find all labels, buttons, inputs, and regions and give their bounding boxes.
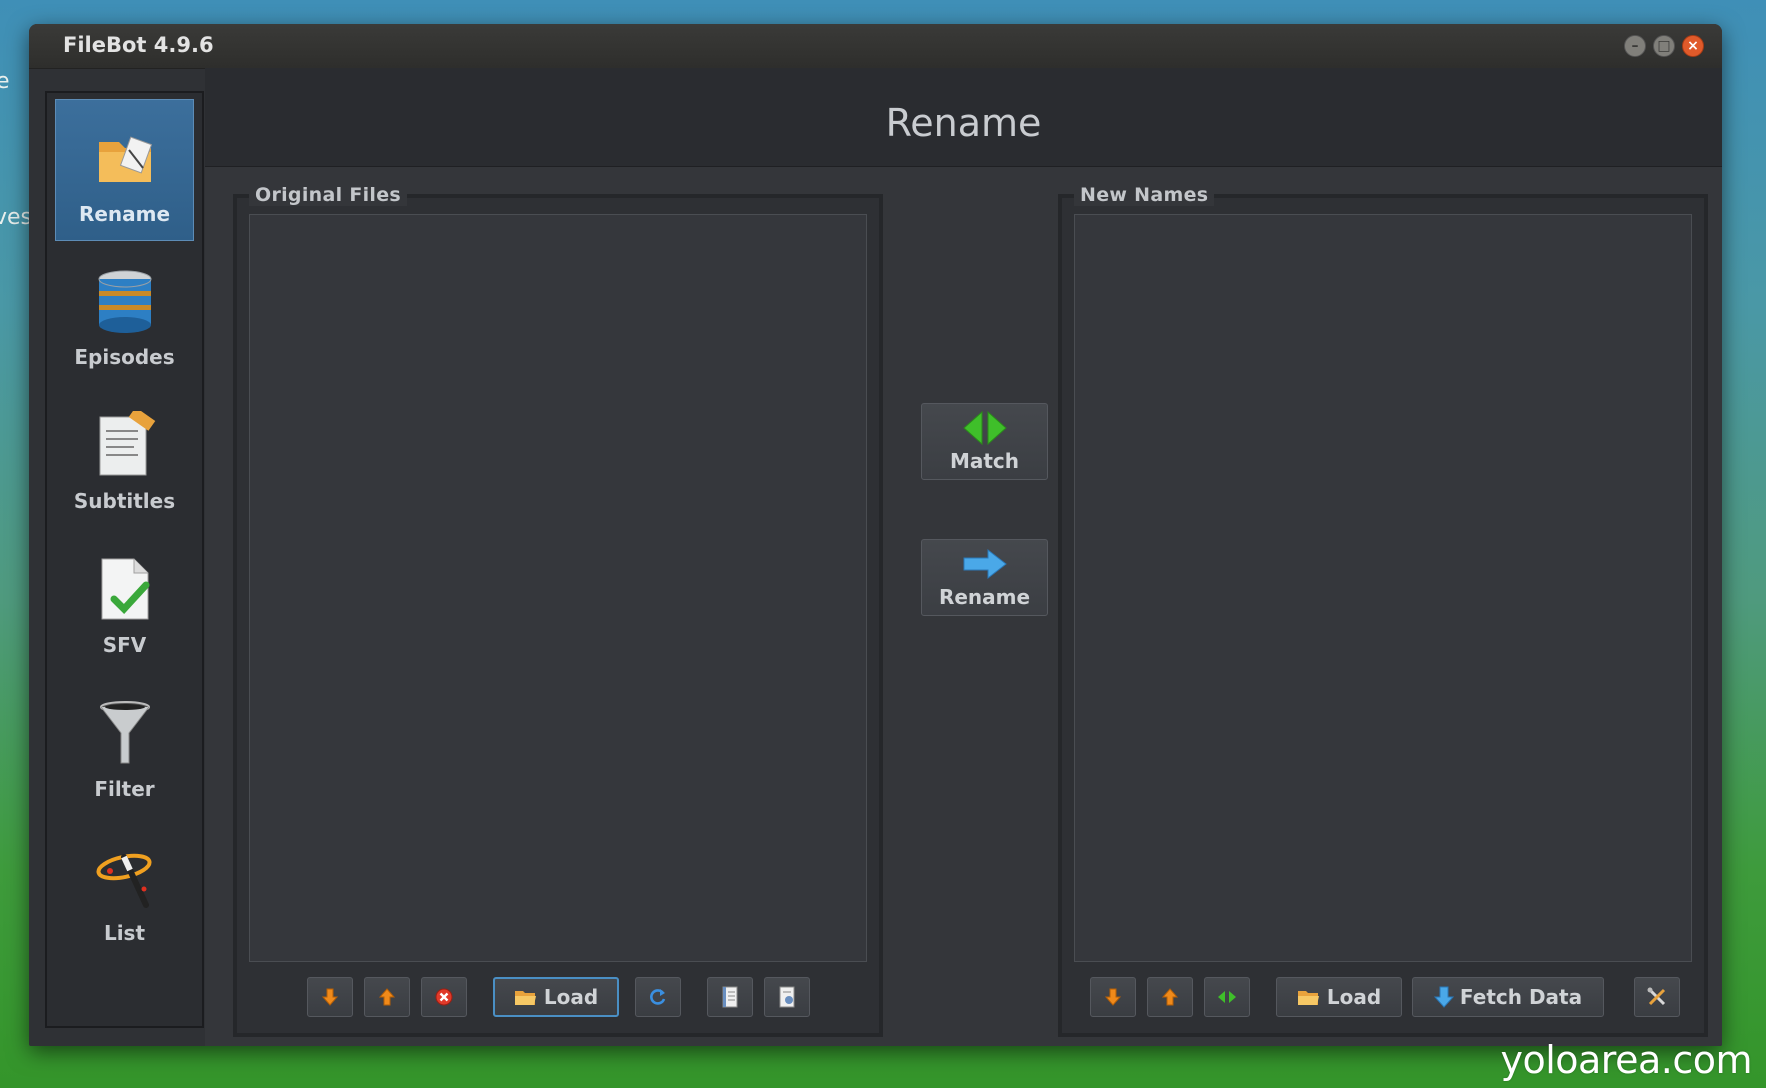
refresh-button[interactable] bbox=[635, 977, 681, 1017]
sidebar: Rename Episodes Subtitles SFV Filter Lis… bbox=[45, 91, 204, 1028]
fetch-data-button[interactable]: Fetch Data bbox=[1412, 977, 1604, 1017]
new-names-panel: New Names Load Fetch Data bbox=[1058, 184, 1708, 1037]
fetch-arrow-icon bbox=[1433, 986, 1454, 1008]
move-down-button[interactable] bbox=[1090, 977, 1136, 1017]
list-view-button[interactable] bbox=[707, 977, 753, 1017]
move-up-button[interactable] bbox=[364, 977, 410, 1017]
new-names-list[interactable] bbox=[1074, 214, 1692, 962]
match-mode-button[interactable] bbox=[1204, 977, 1250, 1017]
sidebar-item-rename[interactable]: Rename bbox=[55, 99, 194, 241]
match-button[interactable]: Match bbox=[921, 403, 1048, 480]
document-settings-icon bbox=[779, 986, 795, 1008]
minimize-button[interactable]: – bbox=[1624, 35, 1646, 57]
rename-label: Rename bbox=[938, 585, 1031, 609]
original-files-list[interactable] bbox=[249, 214, 867, 962]
list-document-icon bbox=[722, 986, 738, 1008]
sidebar-item-label: Filter bbox=[94, 777, 155, 801]
filebot-window: FileBot 4.9.6 – □ × Rename Episodes Subt… bbox=[29, 24, 1722, 1046]
main-content: Original Files Load Match Rename New Nam… bbox=[205, 167, 1722, 1046]
magic-wand-icon bbox=[96, 853, 152, 908]
window-title: FileBot 4.9.6 bbox=[63, 33, 214, 57]
new-names-legend: New Names bbox=[1074, 184, 1215, 206]
arrow-down-icon bbox=[321, 988, 339, 1006]
sidebar-item-episodes[interactable]: Episodes bbox=[55, 243, 194, 385]
sidebar-item-label: List bbox=[103, 921, 146, 945]
original-files-legend: Original Files bbox=[249, 184, 408, 206]
close-icon: × bbox=[1687, 38, 1699, 54]
load-label: Load bbox=[1326, 985, 1382, 1009]
page-title: Rename bbox=[885, 101, 1042, 145]
sidebar-item-label: Subtitles bbox=[73, 489, 176, 513]
sidebar-item-subtitles[interactable]: Subtitles bbox=[55, 387, 194, 529]
title-bar: FileBot 4.9.6 – □ × bbox=[29, 24, 1722, 69]
desktop-label-fragment: ves bbox=[0, 205, 33, 230]
folder-open-icon bbox=[1297, 991, 1319, 1005]
sidebar-item-list[interactable]: List bbox=[55, 819, 194, 961]
tools-icon bbox=[1647, 987, 1666, 1006]
folder-open-icon bbox=[514, 991, 536, 1005]
clear-icon bbox=[435, 988, 453, 1006]
database-icon bbox=[98, 270, 152, 333]
watermark: yoloarea.com bbox=[1500, 1038, 1752, 1082]
maximize-icon: □ bbox=[1657, 38, 1671, 54]
sidebar-item-label: Rename bbox=[78, 202, 171, 226]
original-load-button[interactable]: Load bbox=[493, 977, 619, 1017]
new-names-load-button[interactable]: Load bbox=[1276, 977, 1402, 1017]
preferences-button[interactable] bbox=[1634, 977, 1680, 1017]
match-arrows-icon bbox=[1218, 991, 1236, 1003]
refresh-icon bbox=[650, 989, 666, 1005]
load-label: Load bbox=[543, 985, 599, 1009]
arrow-right-icon bbox=[963, 548, 1007, 580]
subtitle-document-icon bbox=[99, 411, 156, 476]
match-label: Match bbox=[949, 449, 1020, 473]
move-down-button[interactable] bbox=[307, 977, 353, 1017]
funnel-icon bbox=[100, 701, 150, 764]
close-button[interactable]: × bbox=[1682, 35, 1704, 57]
checked-document-icon bbox=[101, 558, 150, 620]
arrow-up-icon bbox=[1161, 988, 1179, 1006]
minimize-icon: – bbox=[1631, 38, 1639, 54]
rename-button[interactable]: Rename bbox=[921, 539, 1048, 616]
match-arrows-icon bbox=[963, 410, 1007, 446]
export-list-button[interactable] bbox=[764, 977, 810, 1017]
sidebar-item-sfv[interactable]: SFV bbox=[55, 531, 194, 673]
fetch-data-label: Fetch Data bbox=[1459, 985, 1583, 1009]
arrow-up-icon bbox=[378, 988, 396, 1006]
page-header: Rename bbox=[205, 68, 1722, 167]
desktop-label-fragment: e bbox=[0, 69, 10, 94]
sidebar-item-filter[interactable]: Filter bbox=[55, 675, 194, 817]
move-up-button[interactable] bbox=[1147, 977, 1193, 1017]
sidebar-item-label: Episodes bbox=[74, 345, 175, 369]
folder-pen-icon bbox=[99, 136, 153, 182]
original-files-panel: Original Files Load bbox=[233, 184, 883, 1037]
maximize-button[interactable]: □ bbox=[1653, 35, 1675, 57]
clear-button[interactable] bbox=[421, 977, 467, 1017]
sidebar-item-label: SFV bbox=[102, 633, 147, 657]
arrow-down-icon bbox=[1104, 988, 1122, 1006]
